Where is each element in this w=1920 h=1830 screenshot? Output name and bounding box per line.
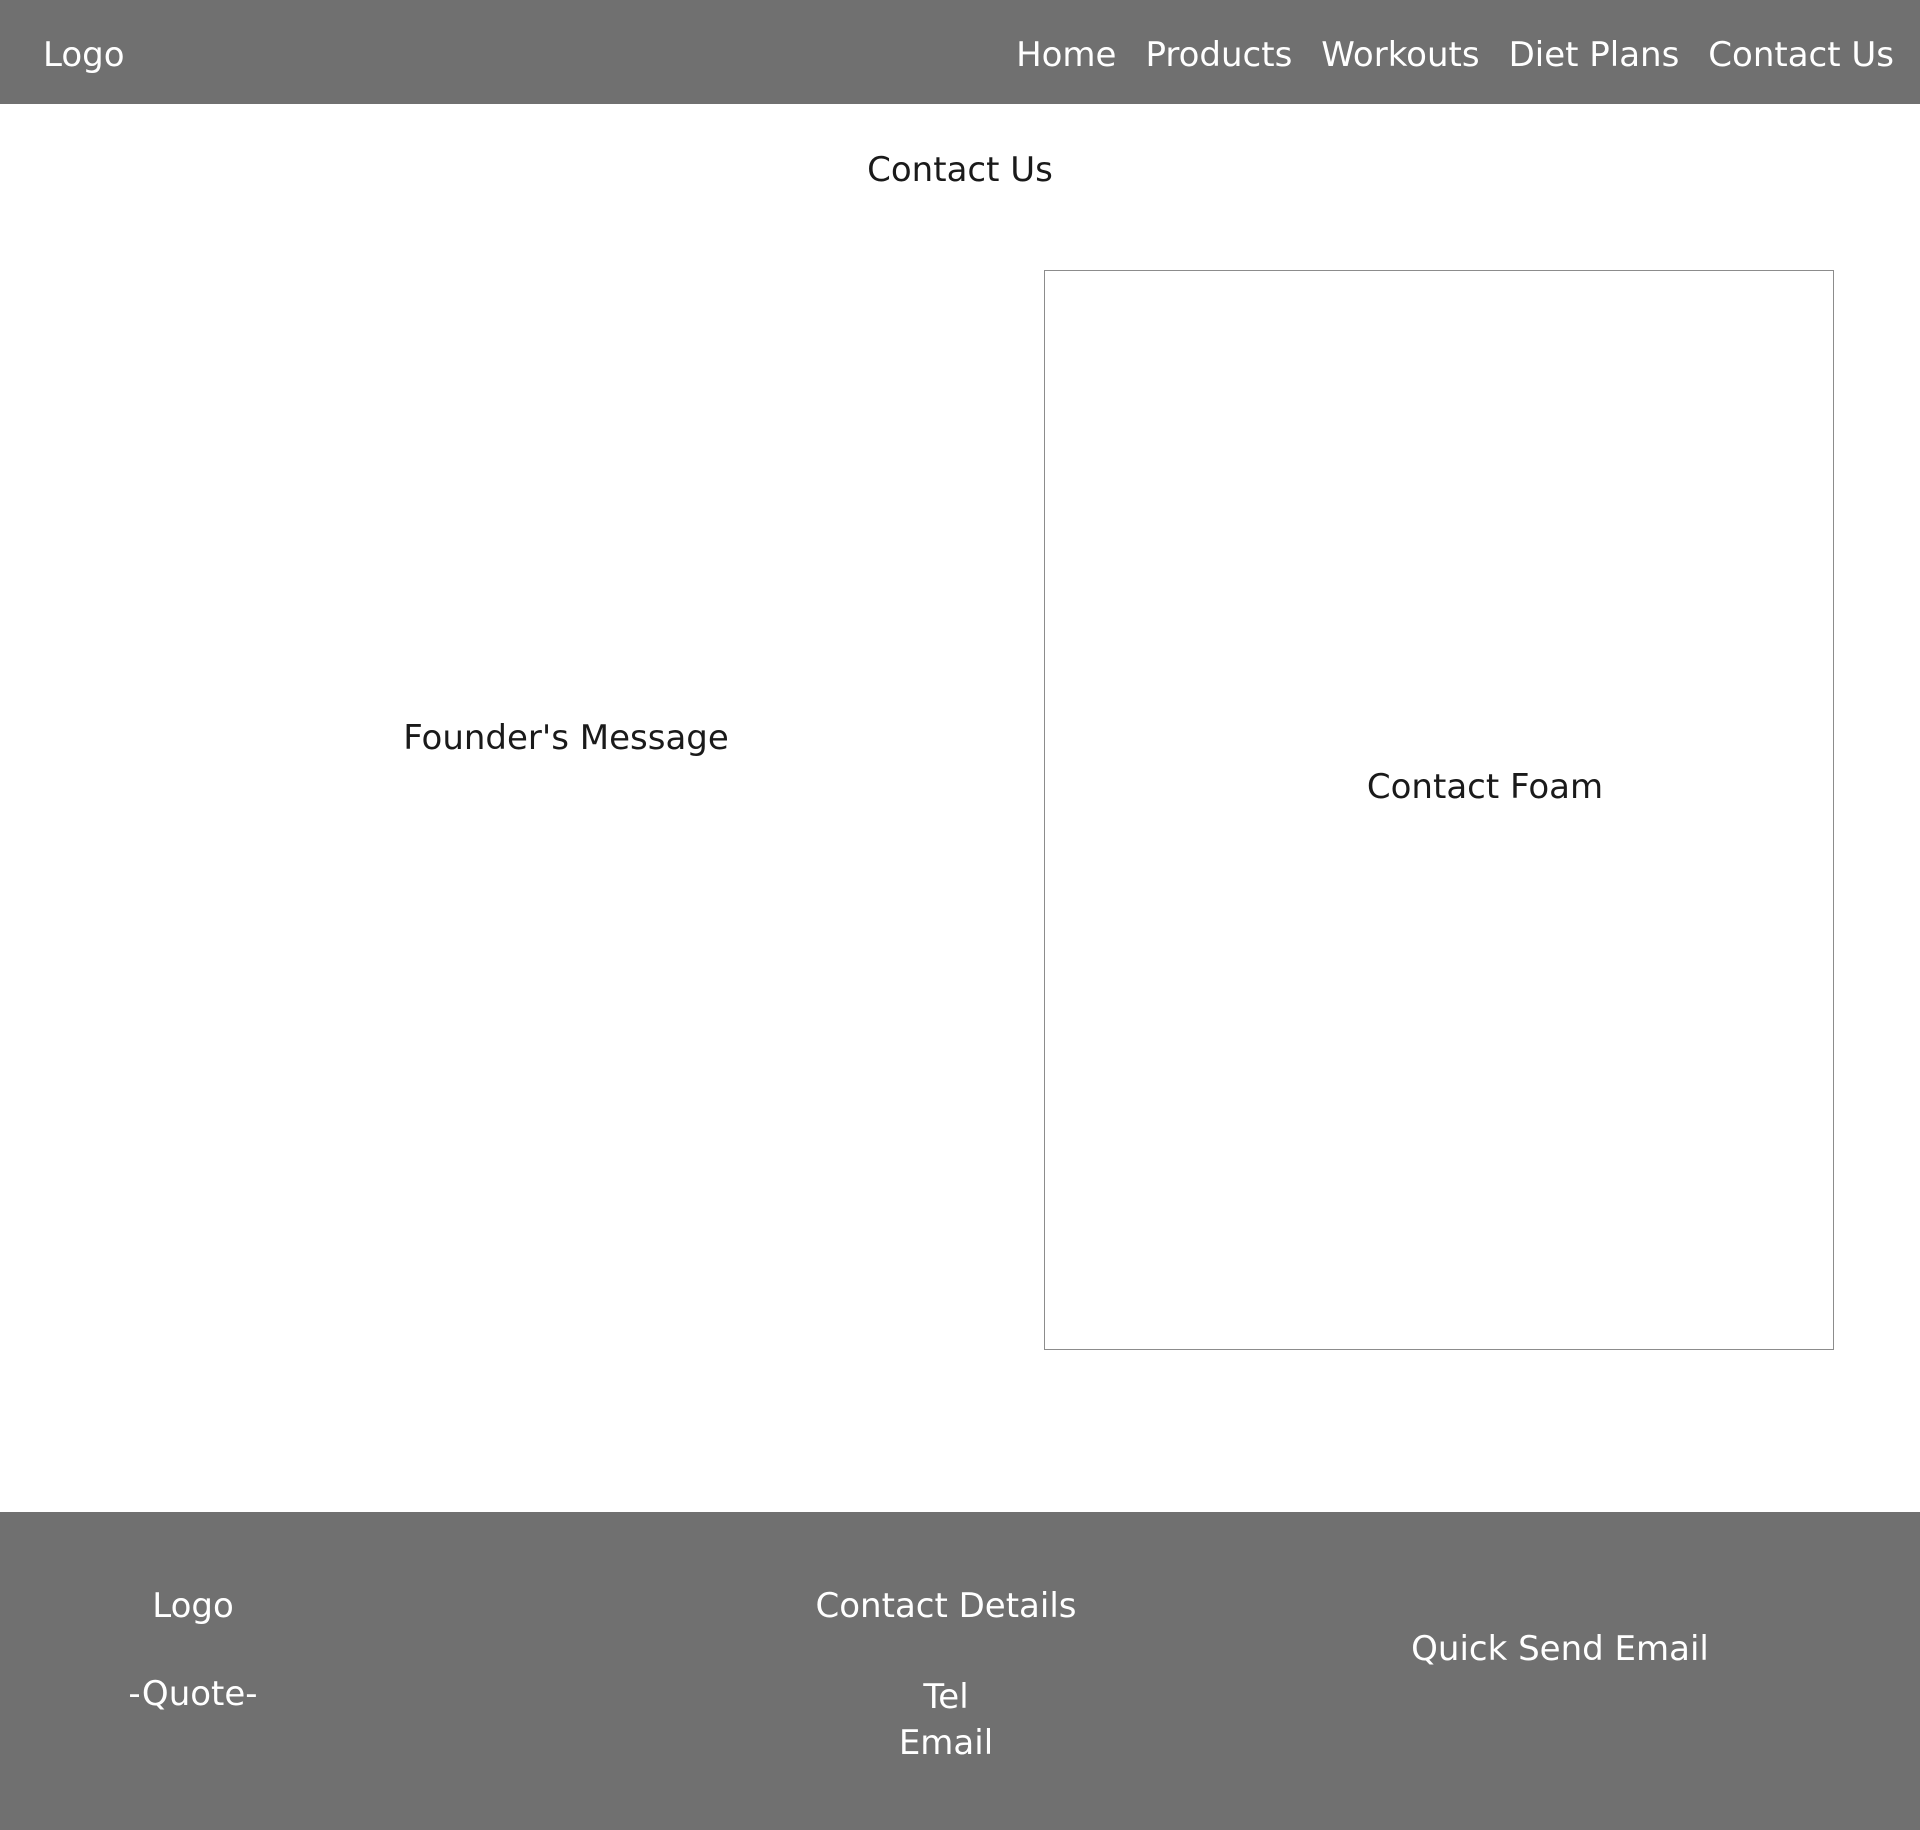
quick-send-email-button[interactable]: Quick Send Email xyxy=(1400,1629,1720,1669)
main-nav: Home Products Workouts Diet Plans Contac… xyxy=(1016,0,1894,104)
footer-email: Email xyxy=(898,1723,994,1763)
nav-home-link[interactable]: Home xyxy=(1016,35,1116,75)
footer-contact-column: Contact Details Tel Email xyxy=(786,1586,1106,1766)
contact-form-label: Contact Foam xyxy=(1366,767,1604,807)
founders-message: Founder's Message xyxy=(403,718,729,758)
nav-diet-plans-link[interactable]: Diet Plans xyxy=(1509,35,1680,75)
footer: Logo -Quote- Contact Details Tel Email Q… xyxy=(0,1512,1920,1830)
footer-quote: -Quote- xyxy=(128,1674,258,1714)
header-logo[interactable]: Logo xyxy=(43,0,125,104)
footer-logo-column: Logo -Quote- xyxy=(93,1586,293,1714)
footer-logo[interactable]: Logo xyxy=(93,1586,293,1626)
page-title-text: Contact Us xyxy=(867,150,1053,190)
nav-products-link[interactable]: Products xyxy=(1145,35,1292,75)
page: Logo Home Products Workouts Diet Plans C… xyxy=(0,0,1920,1830)
nav-contact-us-link[interactable]: Contact Us xyxy=(1708,35,1894,75)
nav-workouts-link[interactable]: Workouts xyxy=(1321,35,1479,75)
page-title: Contact Us xyxy=(0,150,1920,190)
contact-form-panel[interactable]: Contact Foam xyxy=(1044,270,1834,1350)
top-navbar: Logo Home Products Workouts Diet Plans C… xyxy=(0,0,1920,104)
contact-details-title: Contact Details xyxy=(815,1586,1077,1626)
footer-tel: Tel xyxy=(923,1677,969,1717)
